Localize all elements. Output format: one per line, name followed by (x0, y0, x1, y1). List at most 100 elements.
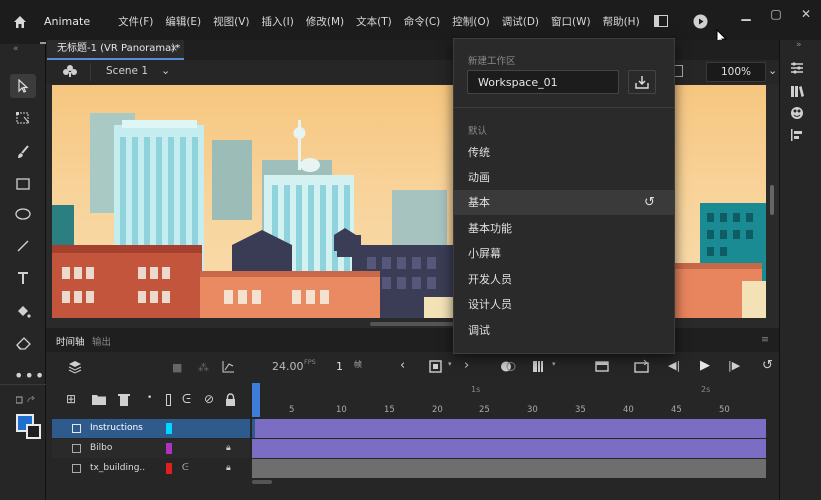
workspace-item-debug[interactable]: 调试 (454, 318, 674, 343)
close-window-icon[interactable]: ✕ (791, 0, 821, 30)
workspace-item-classic[interactable]: 传统 (454, 140, 674, 165)
zoom-dropdown-icon[interactable]: ⌄ (768, 64, 777, 77)
insert-tween-icon[interactable] (595, 360, 609, 376)
layer-row-instructions[interactable]: Instructions (52, 419, 250, 438)
workspace-item-small-screen[interactable]: 小屏幕 (454, 241, 674, 266)
menu-modify[interactable]: 修改(M) (300, 0, 350, 44)
fps-value[interactable]: 24.00 (272, 360, 304, 373)
edit-symbols-icon[interactable] (62, 64, 78, 81)
add-folder-icon[interactable] (92, 394, 106, 408)
loop-icon[interactable] (634, 359, 649, 376)
test-movie-icon[interactable] (693, 14, 708, 32)
playhead[interactable] (252, 383, 260, 417)
eraser-tool-icon[interactable] (10, 331, 36, 355)
menu-file[interactable]: 文件(F) (112, 0, 159, 44)
zoom-field[interactable]: 100% (706, 62, 766, 82)
line-tool-icon[interactable] (10, 234, 36, 258)
assets-icon[interactable] (790, 106, 804, 123)
frames-row-instructions[interactable] (252, 419, 766, 438)
lock-all-icon[interactable] (225, 393, 236, 409)
panel-layout-icon[interactable] (654, 15, 668, 30)
stage-horizontal-scrollbar[interactable] (370, 322, 460, 326)
parent-link-icon[interactable]: ᕮ (182, 459, 189, 478)
maximize-icon[interactable]: ▢ (761, 0, 791, 30)
workspace-item-essentials[interactable]: 基本功能 (454, 216, 674, 241)
oval-tool-icon[interactable] (10, 202, 36, 226)
layer-view-icon[interactable] (68, 360, 82, 377)
parenting-icon[interactable]: ᕮ (182, 392, 191, 407)
tab-output[interactable]: 输出 (92, 334, 111, 348)
reset-workspace-icon[interactable]: ↺ (644, 190, 655, 215)
timeline-scrollbar[interactable] (252, 480, 272, 484)
camera-icon[interactable]: ■ (172, 361, 182, 374)
brush-tool-icon[interactable] (10, 140, 36, 164)
collapse-icon[interactable]: « (13, 44, 19, 54)
insert-keyframe-icon[interactable] (429, 360, 443, 376)
lock-icon[interactable]: 🔒︎ (226, 459, 231, 478)
step-forward-icon[interactable]: |▶ (728, 359, 740, 372)
document-tab[interactable]: 无标题-1 (VR Panorama)* × (47, 40, 184, 60)
menu-edit[interactable]: 编辑(E) (159, 0, 207, 44)
fill-color-swatch[interactable] (26, 424, 41, 439)
play-icon[interactable]: ▶ (700, 358, 710, 373)
frames-row-tx-building[interactable] (252, 459, 766, 478)
edit-multiple-frames-icon[interactable] (532, 360, 546, 376)
tab-timeline[interactable]: 时间轴 (56, 334, 85, 348)
visibility-icon[interactable]: ⊘ (204, 392, 214, 406)
text-tool-icon[interactable] (10, 266, 36, 290)
more-tools-icon[interactable]: ••• (14, 366, 45, 385)
layer-color-swatch[interactable] (166, 443, 172, 454)
onion-skin-icon[interactable] (500, 360, 516, 376)
workspace-item-developer[interactable]: 开发人员 (454, 267, 674, 292)
scene-name[interactable]: Scene 1 (106, 65, 148, 77)
frame-ruler[interactable]: 1s 2s 5 10 15 20 25 30 35 40 45 50 (252, 383, 766, 417)
close-tab-icon[interactable]: × (170, 40, 178, 58)
frames-row-bilbo[interactable] (252, 439, 766, 458)
workspace-item-designer[interactable]: 设计人员 (454, 292, 674, 317)
save-workspace-button[interactable] (628, 70, 656, 94)
library-icon[interactable] (790, 84, 804, 101)
selection-tool-icon[interactable] (10, 74, 36, 98)
workspace-item-basic[interactable]: 基本 ↺ (454, 190, 674, 215)
workspace-name-input[interactable] (467, 70, 619, 94)
lock-icon[interactable]: 🔒︎ (226, 439, 231, 458)
properties-icon[interactable] (790, 62, 804, 77)
workspace-item-animator[interactable]: 动画 (454, 165, 674, 190)
outline-icon[interactable] (166, 394, 171, 406)
layer-name[interactable]: Instructions (90, 419, 143, 438)
rewind-icon[interactable]: ↺ (762, 358, 773, 373)
expand-panels-icon[interactable]: » (796, 40, 802, 50)
layer-color-swatch[interactable] (166, 463, 172, 474)
menu-commands[interactable]: 命令(C) (398, 0, 447, 44)
stage-vertical-scrollbar[interactable] (770, 185, 774, 215)
free-transform-tool-icon[interactable] (10, 106, 36, 130)
graph-icon[interactable] (222, 360, 235, 376)
timeline-menu-icon[interactable]: ≡ (761, 334, 769, 345)
home-icon[interactable] (0, 0, 40, 44)
step-back-icon[interactable]: ◀| (668, 359, 680, 372)
layer-row-bilbo[interactable]: Bilbo 🔒︎ (52, 439, 250, 458)
scene-dropdown-icon[interactable]: ⌄ (161, 64, 170, 77)
layer-color-swatch[interactable] (166, 423, 172, 434)
keyframe-dropdown-icon[interactable]: ▾ (448, 360, 452, 368)
align-icon[interactable] (790, 128, 804, 145)
layer-name[interactable]: tx_building.. (90, 459, 145, 478)
rectangle-tool-icon[interactable] (10, 172, 36, 196)
layer-depth-icon[interactable]: ⁂ (198, 361, 209, 374)
menu-view[interactable]: 视图(V) (207, 0, 255, 44)
frames-dropdown-icon[interactable]: ▾ (552, 360, 556, 368)
paint-bucket-tool-icon[interactable] (10, 300, 36, 324)
swap-colors-icon[interactable] (15, 395, 38, 409)
add-layer-icon[interactable]: ⊞ (66, 392, 76, 406)
menu-text[interactable]: 文本(T) (350, 0, 398, 44)
menu-insert[interactable]: 插入(I) (256, 0, 300, 44)
minimize-icon[interactable]: ▁ (731, 0, 761, 30)
delete-layer-icon[interactable] (118, 393, 130, 409)
app-name-tab[interactable]: Animate (40, 0, 101, 44)
highlight-dot-icon[interactable]: • (147, 393, 152, 403)
layer-name[interactable]: Bilbo (90, 439, 112, 458)
prev-keyframe-icon[interactable]: ‹ (400, 358, 405, 373)
current-frame[interactable]: 1 (336, 360, 343, 373)
layer-row-tx-building[interactable]: tx_building.. ᕮ 🔒︎ (52, 459, 250, 478)
next-keyframe-icon[interactable]: › (464, 358, 469, 373)
